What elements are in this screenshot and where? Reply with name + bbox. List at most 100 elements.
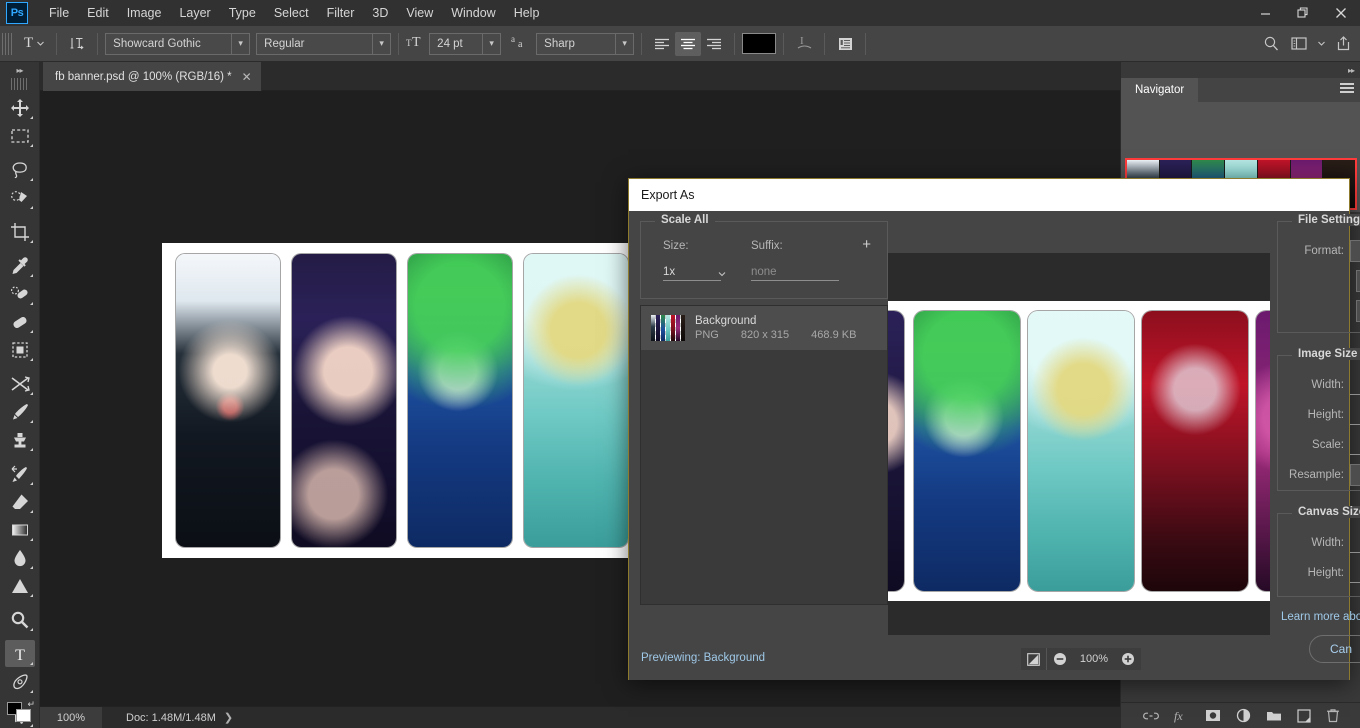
rectangular-marquee-tool[interactable] [5,122,35,149]
collapse-panel-icon[interactable]: ▸▸ [0,62,39,78]
pen-tool[interactable] [5,668,35,695]
burn-tool[interactable] [5,606,35,633]
align-center-button[interactable] [675,31,702,56]
half-circle-icon[interactable] [1236,708,1251,723]
options-bar-grip[interactable] [2,32,12,55]
file-meta: PNG 820 x 315 468.9 KB [695,329,856,341]
workspace-chevron[interactable] [1314,39,1328,48]
dodge-tool[interactable] [5,572,35,599]
export-file-list[interactable]: Background PNG 820 x 315 468.9 KB [640,305,888,605]
menu-item-image[interactable]: Image [118,2,171,24]
menu-item-type[interactable]: Type [220,2,265,24]
text-orientation-button[interactable] [64,32,90,56]
learn-more-link[interactable]: Learn more abo [1277,611,1360,623]
trash-icon[interactable] [1326,708,1340,723]
swap-colors-icon[interactable]: ↵ [27,699,35,710]
mask-icon[interactable] [1205,709,1221,722]
image-height-input[interactable] [1350,405,1360,425]
expand-panels-icon[interactable]: ▸▸ [1121,62,1360,78]
preview-zoom-level[interactable]: 100% [1073,653,1115,665]
history-brush-tool[interactable] [5,460,35,487]
patch-tool[interactable] [5,308,35,335]
resample-select[interactable] [1350,464,1360,486]
eraser-tool[interactable] [5,488,35,515]
divider [865,32,867,55]
align-left-button[interactable] [649,32,675,56]
tools-panel-grip[interactable] [10,78,29,90]
active-tool-preset[interactable]: T [20,31,49,57]
zoom-in-icon[interactable] [1115,648,1141,670]
scale-all-group: Scale All Size: Suffix: + 1x none [640,214,888,299]
blur-tool[interactable] [5,544,35,571]
menu-item-help[interactable]: Help [505,2,549,24]
eyedropper-tool[interactable] [5,252,35,279]
image-scale-input[interactable] [1350,435,1360,455]
document-tab[interactable]: fb banner.psd @ 100% (RGB/16) * ✕ [43,62,262,91]
menu-item-select[interactable]: Select [265,2,318,24]
format-option-a[interactable] [1356,270,1360,292]
shuffle-tool[interactable] [5,370,35,397]
close-button[interactable] [1322,0,1360,26]
crop-tool[interactable] [5,218,35,245]
fit-screen-icon[interactable] [1021,648,1047,670]
menu-item-file[interactable]: File [40,2,78,24]
type-tool[interactable]: T [4,640,35,667]
format-option-b[interactable] [1356,300,1360,322]
workspace-switcher-button[interactable] [1286,32,1312,56]
background-color-swatch[interactable] [16,709,31,722]
search-button[interactable] [1258,32,1284,56]
character-panel-button[interactable] [832,32,858,56]
menu-item-window[interactable]: Window [442,2,504,24]
menu-item-filter[interactable]: Filter [318,2,364,24]
add-scale-button[interactable]: + [862,237,871,252]
dialog-body: Scale All Size: Suffix: + 1x none Backgr… [629,211,1360,680]
restore-button[interactable] [1284,0,1322,26]
document-info: Doc: 1.48M/1.48M [126,711,216,724]
chevron-right-icon[interactable]: ❯ [224,711,233,724]
share-button[interactable] [1330,32,1356,56]
format-select[interactable] [1350,240,1360,262]
move-tool[interactable] [5,94,35,121]
cancel-button[interactable]: Can [1309,635,1360,663]
zoom-out-icon[interactable] [1047,648,1073,670]
canvas-width-input[interactable] [1350,533,1360,553]
menu-item-3d[interactable]: 3D [363,2,397,24]
clone-stamp-tool[interactable] [5,426,35,453]
chevron-down-icon[interactable] [717,266,727,284]
font-style-select[interactable]: Regular ▾ [256,32,392,55]
file-list-item[interactable]: Background PNG 820 x 315 468.9 KB [641,306,887,350]
menu-item-view[interactable]: View [397,2,442,24]
close-icon[interactable]: ✕ [242,71,252,83]
resample-label: Resample: [1289,469,1344,481]
zoom-level-field[interactable]: 100% [40,706,102,728]
warp-text-button[interactable]: I [791,32,817,56]
frame-tool[interactable] [5,336,35,363]
panel-menu-icon[interactable] [1340,83,1354,95]
folder-icon[interactable] [1266,709,1282,722]
menu-item-layer[interactable]: Layer [170,2,219,24]
foreground-background-colors[interactable]: ↵ [7,699,35,724]
lasso-tool[interactable] [5,156,35,183]
size-select[interactable]: 1x [663,266,721,281]
link-icon[interactable] [1142,710,1159,722]
suffix-input[interactable]: none [751,266,839,281]
font-size-select[interactable]: 24 pt ▾ [429,32,502,55]
tab-navigator[interactable]: Navigator [1121,78,1199,102]
object-selection-tool[interactable] [5,184,35,211]
status-bar: 100% Doc: 1.48M/1.48M ❯ [40,706,1120,728]
new-layer-icon[interactable] [1296,708,1311,723]
minimize-button[interactable] [1246,0,1284,26]
brush-tool[interactable] [5,398,35,425]
text-color-swatch[interactable] [742,33,777,54]
font-family-select[interactable]: Showcard Gothic ▾ [105,32,251,55]
spot-healing-brush-tool[interactable] [5,280,35,307]
brush-icon [12,403,28,419]
anti-alias-select[interactable]: Sharp ▾ [536,32,635,55]
align-right-button[interactable] [701,32,727,56]
image-width-input[interactable] [1350,375,1360,395]
export-preview-pane[interactable] [888,253,1270,635]
gradient-tool[interactable] [5,516,35,543]
menu-item-edit[interactable]: Edit [78,2,118,24]
canvas-height-input[interactable] [1350,563,1360,583]
fx-icon[interactable]: fx [1174,709,1190,723]
